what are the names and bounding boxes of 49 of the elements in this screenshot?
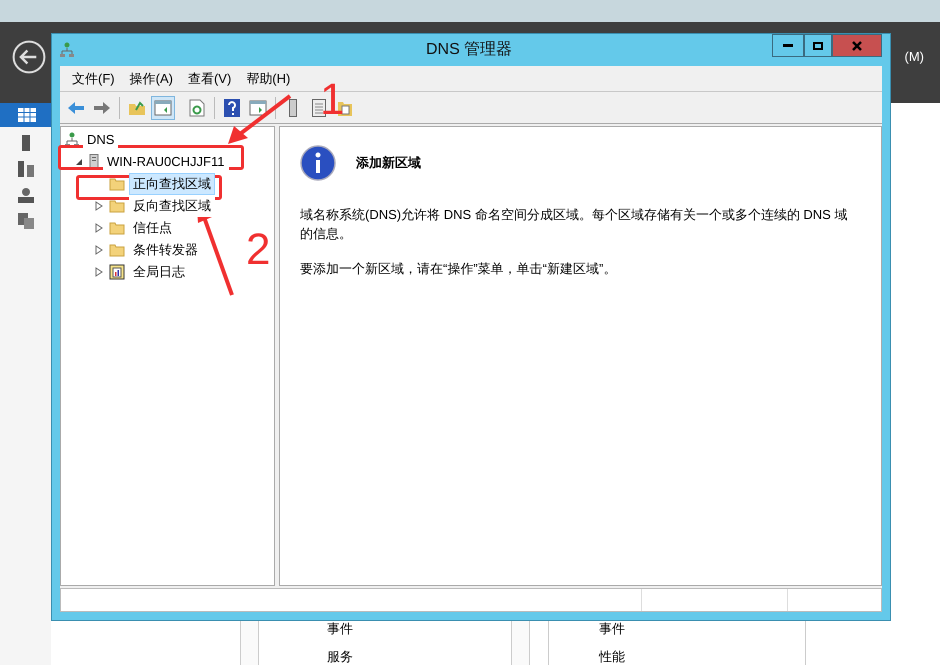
server-icon xyxy=(289,98,297,116)
menu-item[interactable]: 操作(A) xyxy=(130,68,173,88)
tree-item[interactable]: 正向查找区域 xyxy=(129,173,215,195)
info-icon xyxy=(300,145,336,181)
folder-icon xyxy=(109,243,125,257)
console-tree-button[interactable] xyxy=(151,96,175,120)
role-icon[interactable] xyxy=(18,187,34,203)
sidebar-item[interactable] xyxy=(0,103,51,127)
panel-link[interactable]: 服务 xyxy=(327,646,511,665)
description-text: 域名称系统(DNS)允许将 DNS 命名空间分成区域。每个区域存储有关一个或多个连续的 DNS 域的信息。 xyxy=(300,206,848,243)
detail-title: 添加新区域 xyxy=(356,154,421,172)
back-icon[interactable] xyxy=(12,40,46,74)
up-folder-icon xyxy=(128,100,146,116)
description-text: 要添加一个新区域，请在“操作”菜单，单击“新建区域”。 xyxy=(300,260,618,278)
files-icon[interactable] xyxy=(18,213,34,229)
folder-icon xyxy=(109,199,125,213)
panel-link[interactable]: 性能 xyxy=(599,646,805,665)
close-button[interactable] xyxy=(832,34,882,57)
collapsed-arrow-icon[interactable] xyxy=(95,245,103,255)
minimize-button[interactable] xyxy=(772,34,804,57)
back-icon xyxy=(67,100,85,114)
step-number: 2 xyxy=(246,228,270,272)
forward-icon xyxy=(93,100,111,114)
console-tree-icon xyxy=(154,100,172,116)
log-icon xyxy=(109,264,125,280)
refresh-icon xyxy=(189,98,205,116)
folder-icon xyxy=(109,177,125,191)
panel-link[interactable]: 事件 xyxy=(327,619,511,638)
annotation-arrow xyxy=(226,94,292,146)
expanded-arrow-icon[interactable] xyxy=(75,158,83,166)
menu-item[interactable]: 文件(F) xyxy=(72,68,115,88)
collapsed-arrow-icon[interactable] xyxy=(95,267,103,277)
panel-link[interactable]: 事件 xyxy=(599,619,805,638)
menu-item[interactable]: 查看(V) xyxy=(188,68,232,88)
servers-icon[interactable] xyxy=(18,161,34,177)
close-icon xyxy=(852,40,862,50)
step-number: 1 xyxy=(320,78,344,122)
grid-icon xyxy=(18,108,36,122)
menu-text[interactable]: (M) xyxy=(904,46,924,66)
menu-item[interactable]: 帮助(H) xyxy=(246,68,290,88)
network-icon xyxy=(60,42,74,58)
window-title: DNS 管理器 xyxy=(426,40,512,60)
collapsed-arrow-icon[interactable] xyxy=(95,201,103,211)
collapsed-arrow-icon[interactable] xyxy=(95,223,103,233)
folder-icon xyxy=(109,221,125,235)
help-icon xyxy=(224,98,240,116)
tree-item[interactable]: 反向查找区域 xyxy=(129,195,215,217)
action-pane-icon xyxy=(249,100,267,116)
network-icon xyxy=(65,132,79,148)
